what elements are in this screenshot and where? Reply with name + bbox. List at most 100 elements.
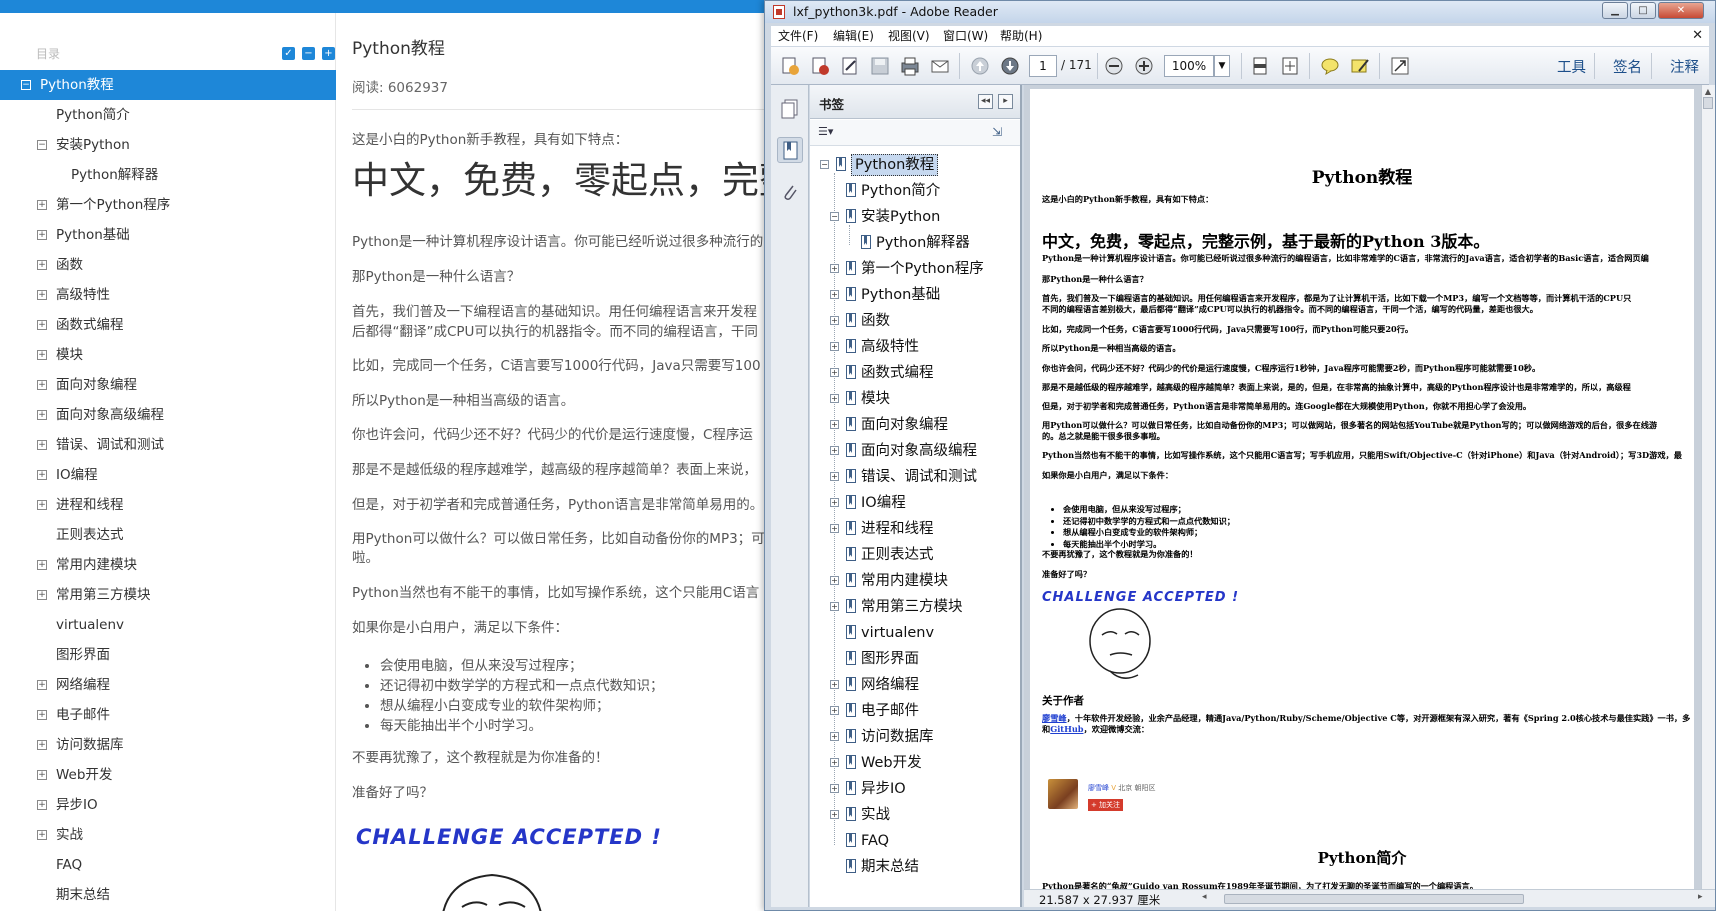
toc-item[interactable]: + 常用第三方模块 bbox=[0, 580, 336, 610]
expand-icon[interactable]: + bbox=[37, 380, 47, 390]
expand-icon[interactable]: + bbox=[830, 316, 839, 325]
attachment-icon[interactable] bbox=[777, 179, 803, 205]
print-icon[interactable] bbox=[899, 55, 921, 77]
toc-item[interactable]: + Python基础 bbox=[0, 220, 336, 250]
scroll-left-icon[interactable]: ◂ bbox=[1202, 892, 1207, 902]
toc-item[interactable]: + 第一个Python程序 bbox=[0, 190, 336, 220]
toc-item[interactable]: FAQ bbox=[0, 850, 336, 880]
bookmark-item[interactable]: virtualenv bbox=[810, 620, 1020, 646]
comment-icon[interactable] bbox=[1319, 55, 1341, 77]
scroll-up-icon[interactable]: ▲ bbox=[1703, 87, 1713, 97]
collapse-panel-icon[interactable]: ◂◂ bbox=[978, 94, 993, 109]
expand-icon[interactable]: + bbox=[37, 320, 47, 330]
bookmark-item[interactable]: 图形界面 bbox=[810, 646, 1020, 672]
toc-item[interactable]: 图形界面 bbox=[0, 640, 336, 670]
expand-icon[interactable]: + bbox=[37, 680, 47, 690]
prev-page-icon[interactable] bbox=[969, 55, 991, 77]
expand-icon[interactable]: + bbox=[830, 368, 839, 377]
close-button[interactable]: ✕ bbox=[1658, 2, 1704, 19]
bookmark-item[interactable]: + Python基础 bbox=[810, 282, 1020, 308]
zoom-out-icon[interactable] bbox=[1103, 55, 1125, 77]
scroll-right-icon[interactable]: ▸ bbox=[1698, 892, 1703, 902]
scrollbar-thumb[interactable] bbox=[1224, 894, 1524, 904]
follow-button[interactable]: + 加关注 bbox=[1088, 799, 1123, 811]
bookmark-options-icon[interactable]: ☰▾ bbox=[818, 125, 840, 141]
toc-item[interactable]: + 函数式编程 bbox=[0, 310, 336, 340]
zoom-dropdown-icon[interactable]: ▼ bbox=[1214, 55, 1230, 77]
bookmark-item[interactable]: FAQ bbox=[810, 828, 1020, 854]
page-number-input[interactable]: 1 bbox=[1029, 55, 1057, 77]
expand-all-icon[interactable]: + bbox=[322, 47, 335, 60]
panel-arrow-icon[interactable]: ▸ bbox=[998, 94, 1013, 109]
expand-icon[interactable]: + bbox=[37, 440, 47, 450]
expand-icon[interactable]: + bbox=[830, 420, 839, 429]
save-icon[interactable] bbox=[869, 55, 891, 77]
bookmark-item[interactable]: + 模块 bbox=[810, 386, 1020, 412]
bookmark-item[interactable]: + 进程和线程 bbox=[810, 516, 1020, 542]
menu-view[interactable]: 视图(V) bbox=[888, 26, 930, 46]
expand-icon[interactable]: + bbox=[830, 394, 839, 403]
expand-icon[interactable]: + bbox=[37, 770, 47, 780]
bookmark-icon[interactable] bbox=[777, 137, 803, 163]
horizontal-scrollbar[interactable]: 21.587 x 27.937 厘米 ◂ ▸ bbox=[1024, 889, 1715, 907]
expand-icon[interactable]: + bbox=[830, 784, 839, 793]
bookmark-item[interactable]: + 电子邮件 bbox=[810, 698, 1020, 724]
bookmark-item[interactable]: + 常用内建模块 bbox=[810, 568, 1020, 594]
bookmark-item[interactable]: + 第一个Python程序 bbox=[810, 256, 1020, 282]
expand-icon[interactable]: + bbox=[830, 446, 839, 455]
bookmark-item[interactable]: + 函数 bbox=[810, 308, 1020, 334]
toc-item[interactable]: + 函数 bbox=[0, 250, 336, 280]
checkbox-icon[interactable]: ✓ bbox=[282, 47, 295, 60]
bookmark-item[interactable]: + 常用第三方模块 bbox=[810, 594, 1020, 620]
expand-icon[interactable]: + bbox=[37, 350, 47, 360]
document-view[interactable]: Python教程 这是小白的Python新手教程，具有如下特点： 中文，免费，零… bbox=[1024, 85, 1701, 899]
expand-icon[interactable]: + bbox=[830, 706, 839, 715]
expand-icon[interactable]: + bbox=[37, 560, 47, 570]
collapse-icon[interactable]: − bbox=[21, 80, 31, 90]
bookmark-item[interactable]: + 面向对象高级编程 bbox=[810, 438, 1020, 464]
expand-icon[interactable]: + bbox=[830, 576, 839, 585]
create-pdf-icon[interactable] bbox=[779, 55, 801, 77]
expand-icon[interactable]: + bbox=[37, 260, 47, 270]
toc-item[interactable]: + 面向对象高级编程 bbox=[0, 400, 336, 430]
bookmark-item[interactable]: 期末总结 bbox=[810, 854, 1020, 880]
expand-icon[interactable]: + bbox=[830, 732, 839, 741]
bookmark-item[interactable]: + 异步IO bbox=[810, 776, 1020, 802]
bookmark-item[interactable]: + 高级特性 bbox=[810, 334, 1020, 360]
collapse-icon[interactable]: − bbox=[820, 160, 829, 169]
bookmark-item[interactable]: + 错误、调试和测试 bbox=[810, 464, 1020, 490]
form-icon[interactable] bbox=[839, 55, 861, 77]
toc-item[interactable]: + 高级特性 bbox=[0, 280, 336, 310]
minimize-button[interactable]: ▁ bbox=[1602, 2, 1628, 19]
bookmark-item[interactable]: 正则表达式 bbox=[810, 542, 1020, 568]
sign-button[interactable]: 签名 bbox=[1613, 56, 1642, 77]
bookmark-item[interactable]: + 实战 bbox=[810, 802, 1020, 828]
menu-help[interactable]: 帮助(H) bbox=[1000, 26, 1042, 46]
expand-icon[interactable]: + bbox=[37, 590, 47, 600]
bookmark-item[interactable]: + Web开发 bbox=[810, 750, 1020, 776]
toc-item[interactable]: − 安装Python bbox=[0, 130, 336, 160]
fullscreen-icon[interactable] bbox=[1389, 55, 1411, 77]
expand-icon[interactable]: + bbox=[830, 810, 839, 819]
toc-item[interactable]: virtualenv bbox=[0, 610, 336, 640]
toc-item[interactable]: + Web开发 bbox=[0, 760, 336, 790]
expand-icon[interactable]: + bbox=[37, 230, 47, 240]
expand-icon[interactable]: + bbox=[37, 470, 47, 480]
expand-icon[interactable]: + bbox=[37, 410, 47, 420]
menu-window[interactable]: 窗口(W) bbox=[943, 26, 988, 46]
toc-item[interactable]: 正则表达式 bbox=[0, 520, 336, 550]
collapse-all-icon[interactable]: − bbox=[302, 47, 315, 60]
collapse-icon[interactable]: − bbox=[37, 140, 47, 150]
author-link[interactable]: 廖雪峰 bbox=[1042, 713, 1067, 723]
fit-width-icon[interactable] bbox=[1249, 55, 1271, 77]
bookmark-item[interactable]: Python简介 bbox=[810, 178, 1020, 204]
new-bookmark-icon[interactable]: ⇲ bbox=[992, 125, 1008, 141]
toc-item[interactable]: + 模块 bbox=[0, 340, 336, 370]
toc-item[interactable]: 期末总结 bbox=[0, 880, 336, 910]
expand-icon[interactable]: + bbox=[830, 680, 839, 689]
expand-icon[interactable]: + bbox=[830, 472, 839, 481]
expand-icon[interactable]: + bbox=[830, 602, 839, 611]
toc-item[interactable]: + 异步IO bbox=[0, 790, 336, 820]
scrollbar-thumb[interactable] bbox=[1703, 97, 1713, 109]
bookmark-item[interactable]: − Python教程 bbox=[810, 152, 1020, 178]
